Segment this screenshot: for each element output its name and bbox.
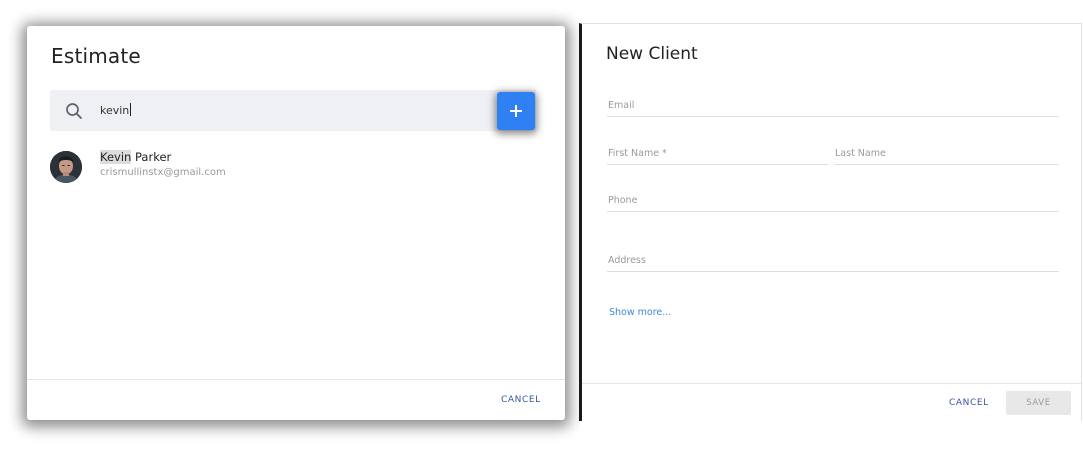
new-client-dialog: New Client Email First Name * Last Name … xyxy=(579,23,1082,421)
estimate-title: Estimate xyxy=(51,44,141,68)
new-client-title: New Client xyxy=(606,44,698,64)
cancel-button[interactable]: CANCEL xyxy=(501,395,541,405)
save-button[interactable]: SAVE xyxy=(1006,391,1071,415)
person-avatar-image xyxy=(50,151,82,183)
search-value[interactable]: kevin xyxy=(100,103,132,117)
footer-divider xyxy=(582,383,1081,384)
client-result-item[interactable]: Kevin Parker crismullinstx@gmail.com xyxy=(50,148,536,188)
text-caret xyxy=(130,103,132,116)
last-name-label: Last Name xyxy=(835,148,886,159)
client-email: crismullinstx@gmail.com xyxy=(100,167,226,178)
email-label: Email xyxy=(608,100,635,111)
first-name-field[interactable]: First Name * xyxy=(607,145,828,165)
address-label: Address xyxy=(608,255,646,266)
last-name-field[interactable]: Last Name xyxy=(834,145,1059,165)
address-field[interactable]: Address xyxy=(607,252,1059,272)
avatar xyxy=(50,151,82,183)
show-more-link[interactable]: Show more... xyxy=(609,307,671,318)
save-label: SAVE xyxy=(1026,398,1051,408)
search-icon xyxy=(66,103,82,119)
client-search-input[interactable]: kevin xyxy=(50,90,536,131)
footer-divider xyxy=(27,379,565,380)
cancel-button[interactable]: CANCEL xyxy=(949,398,989,408)
first-name-label: First Name * xyxy=(608,148,667,159)
email-field[interactable]: Email xyxy=(607,97,1059,117)
add-client-button[interactable] xyxy=(497,92,535,130)
search-match-highlight: Kevin xyxy=(100,150,132,164)
client-name: Kevin Parker xyxy=(100,150,172,164)
phone-label: Phone xyxy=(608,195,638,206)
phone-field[interactable]: Phone xyxy=(607,192,1059,212)
estimate-dialog: Estimate kevin Kevin Parker crismullinst… xyxy=(27,26,565,420)
